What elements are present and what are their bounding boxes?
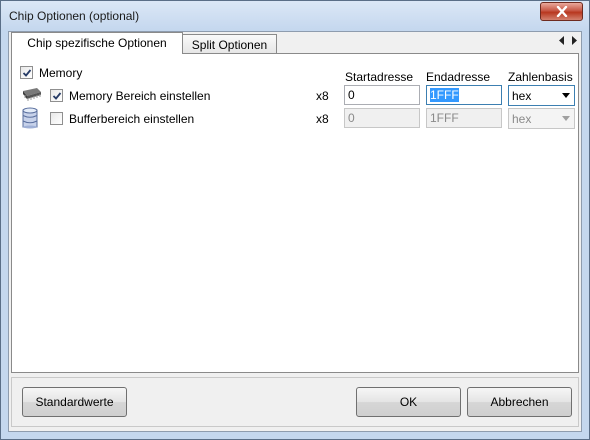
endadresse-header: Endadresse	[426, 70, 491, 84]
tab-scroll-buttons	[559, 36, 577, 45]
memory-range-checkbox[interactable]	[50, 89, 63, 102]
tab-chip-options[interactable]: Chip spezifische Optionen	[11, 32, 183, 54]
checkmark-icon	[52, 92, 62, 100]
tab-label: Split Optionen	[191, 38, 268, 52]
buffer-start-address-input: 0	[344, 108, 420, 128]
close-icon	[556, 6, 567, 17]
memory-multiplier: x8	[316, 89, 329, 103]
button-bar: Standardwerte OK Abbrechen	[11, 377, 579, 427]
scroll-right-icon[interactable]	[571, 36, 577, 45]
title-bar[interactable]: Chip Optionen (optional)	[1, 1, 589, 31]
chevron-down-icon	[562, 116, 570, 121]
memory-base-select[interactable]: hex	[508, 85, 575, 106]
buffer-multiplier: x8	[316, 112, 329, 126]
buffer-base-select: hex	[508, 108, 575, 129]
zahlenbasis-header: Zahlenbasis	[508, 70, 573, 84]
memory-range-label: Memory Bereich einstellen	[69, 89, 211, 103]
select-value: hex	[512, 89, 532, 103]
memory-start-address-input[interactable]: 0	[344, 85, 420, 105]
button-label: OK	[399, 395, 418, 409]
checkmark-icon	[22, 69, 32, 77]
defaults-button[interactable]: Standardwerte	[22, 387, 127, 417]
field-value: 1FFF	[430, 88, 459, 102]
buffer-range-label: Bufferbereich einstellen	[69, 112, 195, 126]
cancel-button[interactable]: Abbrechen	[467, 387, 572, 417]
dialog-client-area: Chip spezifische Optionen Split Optionen…	[8, 31, 582, 432]
button-label: Standardwerte	[35, 395, 114, 409]
field-value: 1FFF	[430, 111, 459, 125]
close-button[interactable]	[540, 2, 583, 21]
button-label: Abbrechen	[490, 395, 549, 409]
ok-button[interactable]: OK	[356, 387, 461, 417]
buffer-range-checkbox[interactable]	[50, 112, 63, 125]
scroll-left-icon[interactable]	[559, 36, 565, 45]
tab-strip: Chip spezifische Optionen Split Optionen	[9, 32, 581, 54]
memory-checkbox[interactable]	[20, 66, 33, 79]
dialog-window: Chip Optionen (optional) Chip spezifisch…	[0, 0, 590, 440]
memory-chip-icon	[23, 88, 41, 101]
tab-label: Chip spezifische Optionen	[27, 36, 167, 50]
memory-end-address-input[interactable]: 1FFF	[426, 85, 502, 105]
buffer-database-icon	[22, 107, 38, 129]
startadresse-header: Startadresse	[345, 70, 414, 84]
window-title: Chip Optionen (optional)	[9, 9, 140, 23]
memory-label: Memory	[39, 66, 83, 80]
field-value: 0	[348, 111, 355, 125]
tab-split-options[interactable]: Split Optionen	[182, 34, 277, 53]
buffer-end-address-input: 1FFF	[426, 108, 502, 128]
select-value: hex	[512, 112, 532, 126]
tab-panel-chip-options: Memory Startadresse Endadresse Zahlenbas…	[11, 53, 579, 373]
chevron-down-icon	[562, 93, 570, 98]
field-value: 0	[348, 88, 355, 102]
